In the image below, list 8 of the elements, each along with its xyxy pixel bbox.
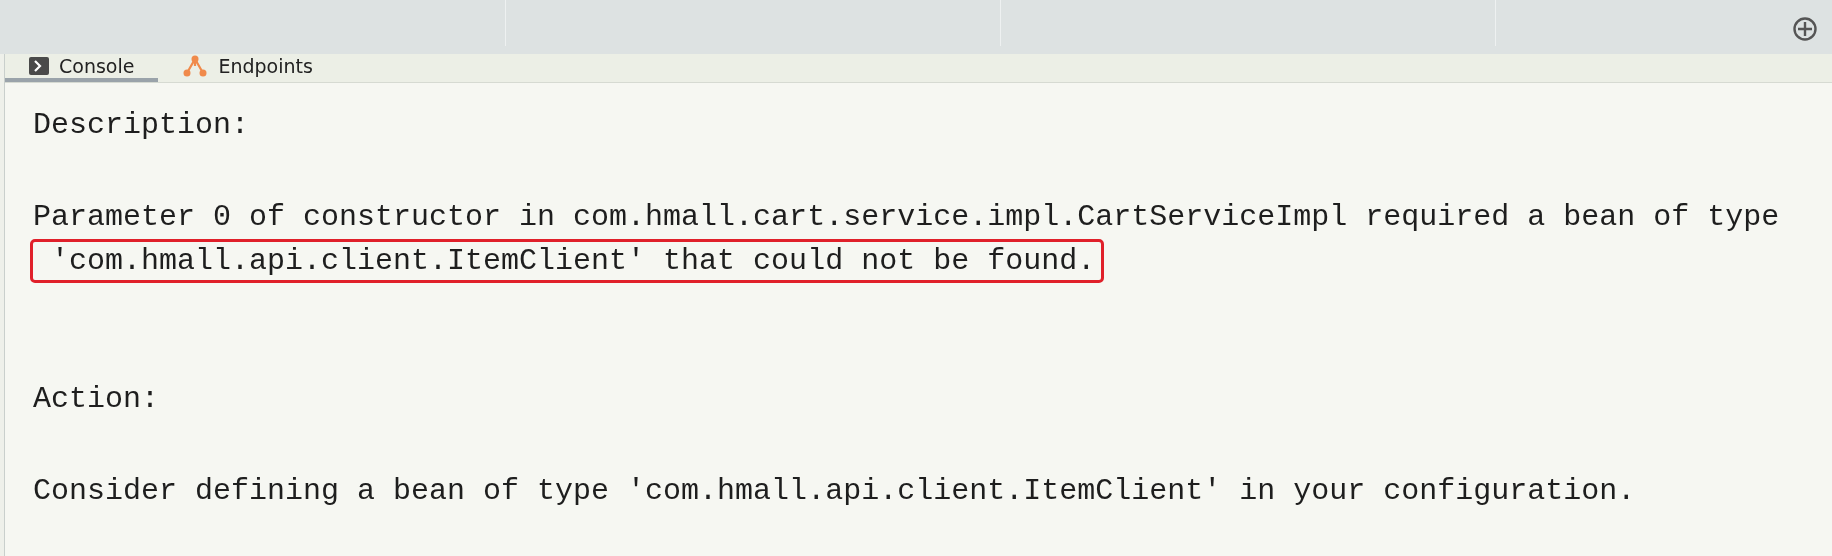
panel-tab[interactable]: Endpoints (158, 54, 337, 82)
crosshair-icon[interactable] (1792, 16, 1818, 42)
console-line: Parameter 0 of constructor in com.hmall.cart.service.impl.CartServiceImpl required a bean of type (33, 199, 1780, 236)
nodes-icon (182, 54, 209, 78)
console-line: Description: (33, 107, 250, 144)
terminal-icon (29, 57, 49, 75)
console-line: Action: (33, 381, 160, 418)
console-line: Consider defining a bean of type 'com.hmall.api.client.ItemClient' in your configuration. (33, 473, 1636, 510)
